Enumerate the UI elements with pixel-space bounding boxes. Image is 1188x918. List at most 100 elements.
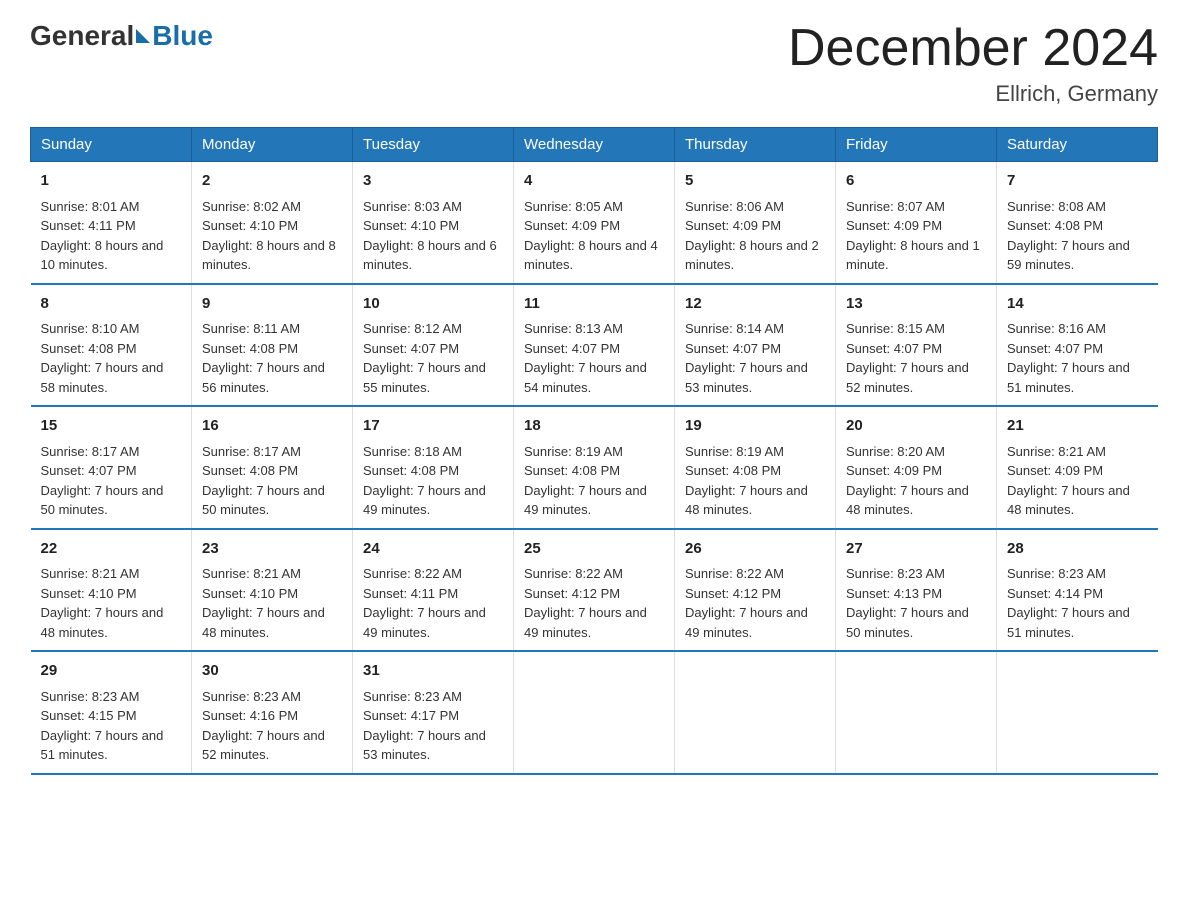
day-number: 19: [685, 415, 825, 438]
day-info: Sunrise: 8:16 AMSunset: 4:07 PMDaylight:…: [1007, 319, 1148, 397]
calendar-cell: 29 Sunrise: 8:23 AMSunset: 4:15 PMDayligh…: [31, 651, 192, 774]
day-number: 11: [524, 293, 664, 316]
weekday-header-thursday: Thursday: [675, 128, 836, 162]
calendar-cell: 19 Sunrise: 8:19 AMSunset: 4:08 PMDayligh…: [675, 406, 836, 529]
calendar-cell: [836, 651, 997, 774]
calendar-cell: 22Sunrise: 8:21 AMSunset: 4:10 PMDayligh…: [31, 529, 192, 652]
calendar-cell: 30Sunrise: 8:23 AMSunset: 4:16 PMDayligh…: [192, 651, 353, 774]
day-number: 26: [685, 538, 825, 561]
logo-blue-text: Blue: [152, 20, 213, 52]
day-number: 25: [524, 538, 664, 561]
day-info: Sunrise: 8:13 AMSunset: 4:07 PMDaylight:…: [524, 319, 664, 397]
calendar-cell: 21Sunrise: 8:21 AMSunset: 4:09 PMDayligh…: [997, 406, 1158, 529]
calendar-cell: 31 Sunrise: 8:23 AMSunset: 4:17 PMDayligh…: [353, 651, 514, 774]
day-info: Sunrise: 8:22 AMSunset: 4:11 PMDaylight:…: [363, 564, 503, 642]
calendar-cell: 3 Sunrise: 8:03 AMSunset: 4:10 PMDaylight…: [353, 162, 514, 284]
calendar-cell: 25 Sunrise: 8:22 AMSunset: 4:12 PMDayligh…: [514, 529, 675, 652]
calendar-cell: [675, 651, 836, 774]
day-number: 1: [41, 170, 182, 193]
day-info: Sunrise: 8:03 AMSunset: 4:10 PMDaylight:…: [363, 197, 503, 275]
calendar-cell: 10 Sunrise: 8:12 AMSunset: 4:07 PMDayligh…: [353, 284, 514, 407]
day-info: Sunrise: 8:23 AMSunset: 4:15 PMDaylight:…: [41, 687, 182, 765]
day-number: 6: [846, 170, 986, 193]
day-info: Sunrise: 8:12 AMSunset: 4:07 PMDaylight:…: [363, 319, 503, 397]
calendar-cell: 1 Sunrise: 8:01 AMSunset: 4:11 PMDaylight…: [31, 162, 192, 284]
day-number: 14: [1007, 293, 1148, 316]
day-info: Sunrise: 8:19 AMSunset: 4:08 PMDaylight:…: [685, 442, 825, 520]
title-area: December 2024 Ellrich, Germany: [788, 20, 1158, 107]
calendar-cell: 20Sunrise: 8:20 AMSunset: 4:09 PMDayligh…: [836, 406, 997, 529]
day-number: 7: [1007, 170, 1148, 193]
calendar-cell: 26Sunrise: 8:22 AMSunset: 4:12 PMDayligh…: [675, 529, 836, 652]
day-info: Sunrise: 8:05 AMSunset: 4:09 PMDaylight:…: [524, 197, 664, 275]
calendar-cell: 13 Sunrise: 8:15 AMSunset: 4:07 PMDayligh…: [836, 284, 997, 407]
page-header: General Blue December 2024 Ellrich, Germ…: [30, 20, 1158, 107]
logo-general-text: General: [30, 20, 134, 52]
day-info: Sunrise: 8:01 AMSunset: 4:11 PMDaylight:…: [41, 197, 182, 275]
day-info: Sunrise: 8:08 AMSunset: 4:08 PMDaylight:…: [1007, 197, 1148, 275]
calendar-cell: 8 Sunrise: 8:10 AMSunset: 4:08 PMDaylight…: [31, 284, 192, 407]
day-number: 2: [202, 170, 342, 193]
day-info: Sunrise: 8:07 AMSunset: 4:09 PMDaylight:…: [846, 197, 986, 275]
calendar-week-row: 15 Sunrise: 8:17 AMSunset: 4:07 PMDayligh…: [31, 406, 1158, 529]
day-info: Sunrise: 8:15 AMSunset: 4:07 PMDaylight:…: [846, 319, 986, 397]
day-info: Sunrise: 8:21 AMSunset: 4:10 PMDaylight:…: [202, 564, 342, 642]
weekday-header-sunday: Sunday: [31, 128, 192, 162]
day-info: Sunrise: 8:23 AMSunset: 4:17 PMDaylight:…: [363, 687, 503, 765]
day-info: Sunrise: 8:11 AMSunset: 4:08 PMDaylight:…: [202, 319, 342, 397]
day-info: Sunrise: 8:23 AMSunset: 4:14 PMDaylight:…: [1007, 564, 1148, 642]
day-info: Sunrise: 8:22 AMSunset: 4:12 PMDaylight:…: [524, 564, 664, 642]
calendar-week-row: 29 Sunrise: 8:23 AMSunset: 4:15 PMDayligh…: [31, 651, 1158, 774]
day-info: Sunrise: 8:14 AMSunset: 4:07 PMDaylight:…: [685, 319, 825, 397]
day-info: Sunrise: 8:17 AMSunset: 4:07 PMDaylight:…: [41, 442, 182, 520]
calendar-cell: 24 Sunrise: 8:22 AMSunset: 4:11 PMDayligh…: [353, 529, 514, 652]
calendar-week-row: 8 Sunrise: 8:10 AMSunset: 4:08 PMDaylight…: [31, 284, 1158, 407]
day-number: 16: [202, 415, 342, 438]
day-number: 3: [363, 170, 503, 193]
day-number: 29: [41, 660, 182, 683]
month-title: December 2024: [788, 20, 1158, 77]
logo: General Blue: [30, 20, 213, 52]
day-info: Sunrise: 8:18 AMSunset: 4:08 PMDaylight:…: [363, 442, 503, 520]
weekday-header-friday: Friday: [836, 128, 997, 162]
day-info: Sunrise: 8:10 AMSunset: 4:08 PMDaylight:…: [41, 319, 182, 397]
calendar-cell: 16Sunrise: 8:17 AMSunset: 4:08 PMDayligh…: [192, 406, 353, 529]
day-info: Sunrise: 8:06 AMSunset: 4:09 PMDaylight:…: [685, 197, 825, 275]
day-info: Sunrise: 8:02 AMSunset: 4:10 PMDaylight:…: [202, 197, 342, 275]
day-info: Sunrise: 8:21 AMSunset: 4:10 PMDaylight:…: [41, 564, 182, 642]
weekday-header-saturday: Saturday: [997, 128, 1158, 162]
day-info: Sunrise: 8:20 AMSunset: 4:09 PMDaylight:…: [846, 442, 986, 520]
calendar-week-row: 22Sunrise: 8:21 AMSunset: 4:10 PMDayligh…: [31, 529, 1158, 652]
day-number: 18: [524, 415, 664, 438]
day-number: 10: [363, 293, 503, 316]
calendar-cell: 23Sunrise: 8:21 AMSunset: 4:10 PMDayligh…: [192, 529, 353, 652]
logo-triangle-icon: [136, 29, 150, 43]
calendar-cell: 2 Sunrise: 8:02 AMSunset: 4:10 PMDaylight…: [192, 162, 353, 284]
calendar-cell: 6 Sunrise: 8:07 AMSunset: 4:09 PMDaylight…: [836, 162, 997, 284]
day-number: 5: [685, 170, 825, 193]
location-title: Ellrich, Germany: [788, 81, 1158, 107]
calendar-cell: 7 Sunrise: 8:08 AMSunset: 4:08 PMDaylight…: [997, 162, 1158, 284]
day-number: 27: [846, 538, 986, 561]
calendar-cell: 18 Sunrise: 8:19 AMSunset: 4:08 PMDayligh…: [514, 406, 675, 529]
day-info: Sunrise: 8:23 AMSunset: 4:13 PMDaylight:…: [846, 564, 986, 642]
calendar-table: SundayMondayTuesdayWednesdayThursdayFrid…: [30, 127, 1158, 775]
calendar-cell: 4 Sunrise: 8:05 AMSunset: 4:09 PMDaylight…: [514, 162, 675, 284]
day-number: 15: [41, 415, 182, 438]
calendar-cell: 17Sunrise: 8:18 AMSunset: 4:08 PMDayligh…: [353, 406, 514, 529]
weekday-header-tuesday: Tuesday: [353, 128, 514, 162]
day-number: 12: [685, 293, 825, 316]
day-info: Sunrise: 8:23 AMSunset: 4:16 PMDaylight:…: [202, 687, 342, 765]
calendar-week-row: 1 Sunrise: 8:01 AMSunset: 4:11 PMDaylight…: [31, 162, 1158, 284]
day-number: 4: [524, 170, 664, 193]
day-number: 13: [846, 293, 986, 316]
day-number: 31: [363, 660, 503, 683]
day-number: 24: [363, 538, 503, 561]
calendar-cell: 14 Sunrise: 8:16 AMSunset: 4:07 PMDayligh…: [997, 284, 1158, 407]
calendar-cell: 11 Sunrise: 8:13 AMSunset: 4:07 PMDayligh…: [514, 284, 675, 407]
day-info: Sunrise: 8:19 AMSunset: 4:08 PMDaylight:…: [524, 442, 664, 520]
calendar-cell: 27 Sunrise: 8:23 AMSunset: 4:13 PMDayligh…: [836, 529, 997, 652]
calendar-cell: 28Sunrise: 8:23 AMSunset: 4:14 PMDayligh…: [997, 529, 1158, 652]
day-number: 8: [41, 293, 182, 316]
day-number: 21: [1007, 415, 1148, 438]
